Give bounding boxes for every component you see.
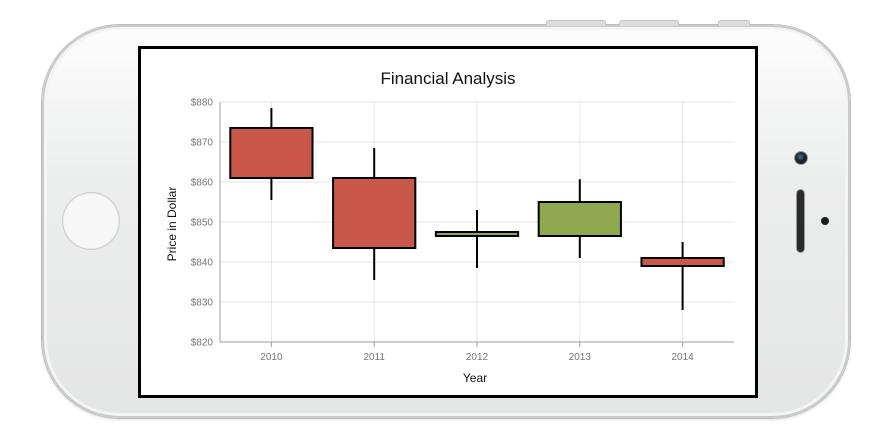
candle-body[interactable] xyxy=(537,201,622,237)
power-button xyxy=(718,20,750,26)
y-tick-label: $860 xyxy=(191,178,214,189)
chart-title: Financial Analysis xyxy=(380,69,515,88)
y-tick-label: $820 xyxy=(191,338,214,349)
y-tick-label: $880 xyxy=(191,98,214,109)
proximity-sensor xyxy=(821,217,829,225)
x-tick-label: 2012 xyxy=(466,352,489,363)
y-tick-label: $850 xyxy=(191,218,214,229)
candle-2011[interactable] xyxy=(332,148,417,280)
x-tick-label: 2013 xyxy=(569,352,592,363)
candlestick-chart: Financial Analysis $820 $830 $840 $850 $860 $… xyxy=(165,69,734,385)
candle-body[interactable] xyxy=(434,231,520,237)
candle-2010[interactable] xyxy=(229,108,314,200)
candle-body[interactable] xyxy=(332,177,417,249)
phone-screen: Financial Analysis $820 $830 $840 $850 $860 $… xyxy=(138,46,758,398)
x-tick-label: 2014 xyxy=(671,352,694,363)
candle-2014[interactable] xyxy=(640,242,725,310)
front-camera xyxy=(795,152,807,164)
home-button[interactable] xyxy=(62,192,120,250)
x-tick-label: 2011 xyxy=(363,352,385,363)
volume-down-button xyxy=(619,20,679,26)
y-tick-label: $870 xyxy=(191,138,214,149)
y-axis-title: Price in Dollar xyxy=(165,187,179,262)
candle-2012[interactable] xyxy=(434,210,520,268)
y-tick-label: $840 xyxy=(191,258,214,269)
candle-body[interactable] xyxy=(640,257,725,267)
earpiece-speaker xyxy=(797,190,804,252)
y-tick-label: $830 xyxy=(191,298,214,309)
x-axis-title: Year xyxy=(463,371,487,385)
candle-body[interactable] xyxy=(229,127,314,179)
candle-2013[interactable] xyxy=(537,179,622,258)
volume-up-button xyxy=(546,20,606,26)
x-tick-label: 2010 xyxy=(260,352,283,363)
